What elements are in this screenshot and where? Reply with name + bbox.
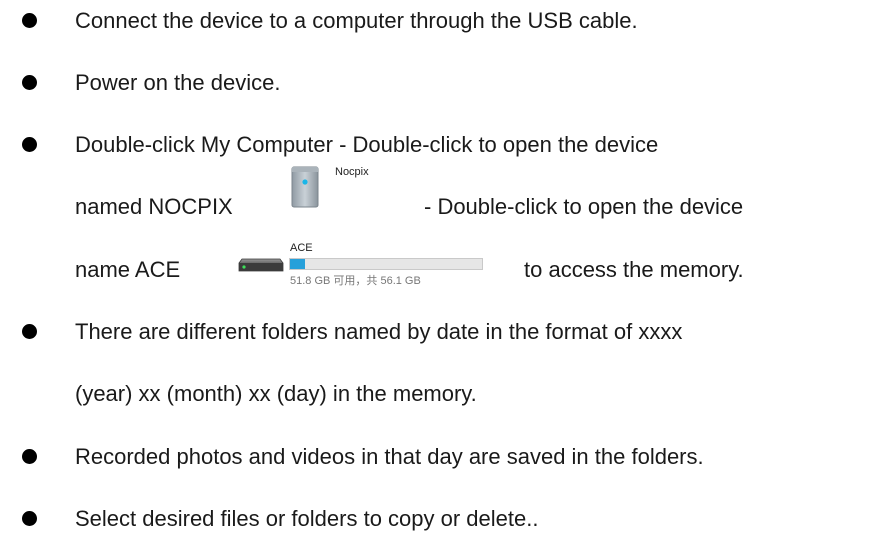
bullet-3 (22, 137, 37, 152)
bullet-2 (22, 75, 37, 90)
instruction-list: Connect the device to a computer through… (0, 0, 885, 534)
bullet-1 (22, 13, 37, 28)
drive-usage-fill (290, 259, 305, 269)
step-6-text: Select desired files or folders to copy … (75, 506, 539, 531)
hard-drive-icon (238, 258, 284, 272)
step-3-line-1: Double-click My Computer - Double-click … (75, 132, 659, 157)
bullet-6 (22, 511, 37, 526)
drive-capacity-text: 51.8 GB 可用，共 56.1 GB (290, 275, 421, 287)
step-2-text: Power on the device. (75, 70, 281, 95)
step-3-line-2-prefix: named NOCPIX (75, 194, 233, 219)
drive-name-label: ACE (290, 242, 313, 254)
step-1-text: Connect the device to a computer through… (75, 8, 638, 33)
step-3-line-2-suffix: - Double-click to open the device (424, 194, 744, 219)
step-4-line-2: (year) xx (month) xx (day) in the memory… (75, 381, 477, 406)
step-3-line-3-prefix: name ACE (75, 257, 181, 282)
device-name-label: Nocpix (335, 166, 369, 178)
device-icon (291, 166, 319, 208)
drive-usage-bar (289, 258, 483, 270)
step-5-text: Recorded photos and videos in that day a… (75, 444, 704, 469)
bullet-4 (22, 324, 37, 339)
bullet-5 (22, 449, 37, 464)
step-3-line-3-suffix: to access the memory. (524, 257, 744, 282)
step-4-line-1: There are different folders named by dat… (75, 319, 683, 344)
